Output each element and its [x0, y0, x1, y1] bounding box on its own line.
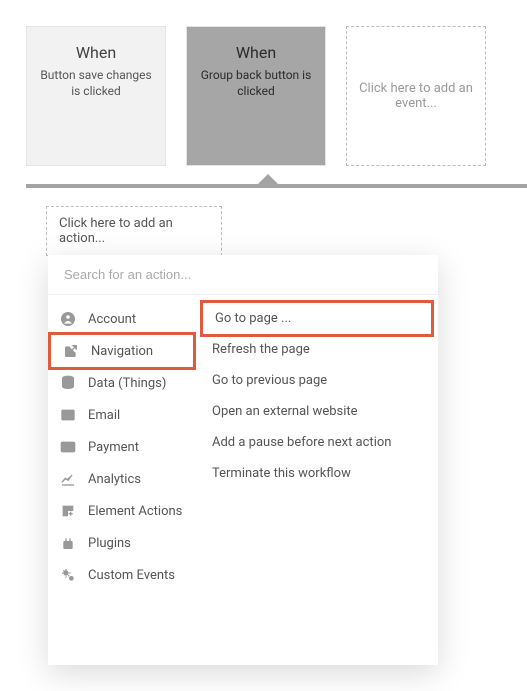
add-action-label: Click here to add an action...	[59, 216, 209, 246]
event-box-back-button[interactable]: When Group back button is clicked	[186, 26, 326, 166]
event-when-label: When	[76, 43, 116, 62]
event-desc: Group back button is clicked	[195, 68, 317, 99]
category-label: Navigation	[91, 344, 153, 359]
category-plugins[interactable]: Plugins	[48, 527, 196, 559]
plugin-icon	[60, 535, 76, 551]
dropdown-panels: Account Navigation Data (Things)	[48, 295, 438, 665]
action-label: Terminate this workflow	[212, 466, 351, 481]
categories-panel: Account Navigation Data (Things)	[48, 295, 196, 665]
event-desc: Button save changes is clicked	[35, 68, 157, 99]
event-box-save-changes[interactable]: When Button save changes is clicked	[26, 26, 166, 166]
category-label: Analytics	[88, 472, 141, 487]
category-label: Data (Things)	[88, 376, 166, 391]
workflow-canvas: When Button save changes is clicked When…	[0, 0, 527, 192]
category-account[interactable]: Account	[48, 303, 196, 335]
action-dropdown: Account Navigation Data (Things)	[48, 255, 438, 665]
action-add-pause[interactable]: Add a pause before next action	[196, 427, 438, 458]
credit-card-icon	[60, 439, 76, 455]
action-go-to-page[interactable]: Go to page ...	[200, 300, 434, 337]
action-terminate[interactable]: Terminate this workflow	[196, 458, 438, 489]
category-label: Account	[88, 312, 136, 327]
action-label: Go to page ...	[215, 311, 291, 326]
gears-icon	[60, 567, 76, 583]
external-link-icon	[63, 343, 79, 359]
category-data[interactable]: Data (Things)	[48, 367, 196, 399]
actions-panel: Go to page ... Refresh the page Go to pr…	[196, 295, 438, 665]
action-label: Add a pause before next action	[212, 435, 391, 450]
action-label: Go to previous page	[212, 373, 327, 388]
category-label: Custom Events	[88, 568, 175, 583]
action-external-website[interactable]: Open an external website	[196, 396, 438, 427]
search-input[interactable]	[48, 255, 438, 295]
element-icon	[60, 503, 76, 519]
event-when-label: When	[236, 43, 276, 62]
add-event-label: Click here to add an event...	[355, 81, 477, 111]
category-analytics[interactable]: Analytics	[48, 463, 196, 495]
mail-icon	[60, 407, 76, 423]
events-row: When Button save changes is clicked When…	[26, 26, 501, 166]
category-email[interactable]: Email	[48, 399, 196, 431]
chart-icon	[60, 471, 76, 487]
add-action-box[interactable]: Click here to add an action...	[46, 206, 222, 256]
add-event-box[interactable]: Click here to add an event...	[346, 26, 486, 166]
category-payment[interactable]: Payment	[48, 431, 196, 463]
category-element-actions[interactable]: Element Actions	[48, 495, 196, 527]
category-label: Payment	[88, 440, 139, 455]
category-label: Email	[88, 408, 120, 423]
category-label: Plugins	[88, 536, 131, 551]
category-navigation[interactable]: Navigation	[48, 332, 196, 370]
category-custom-events[interactable]: Custom Events	[48, 559, 196, 591]
action-label: Refresh the page	[212, 342, 310, 357]
action-previous-page[interactable]: Go to previous page	[196, 365, 438, 396]
user-icon	[60, 311, 76, 327]
actions-separator	[26, 184, 527, 188]
category-label: Element Actions	[88, 504, 182, 519]
database-icon	[60, 375, 76, 391]
action-refresh-page[interactable]: Refresh the page	[196, 334, 438, 365]
action-label: Open an external website	[212, 404, 358, 419]
selected-event-arrow	[258, 174, 278, 184]
